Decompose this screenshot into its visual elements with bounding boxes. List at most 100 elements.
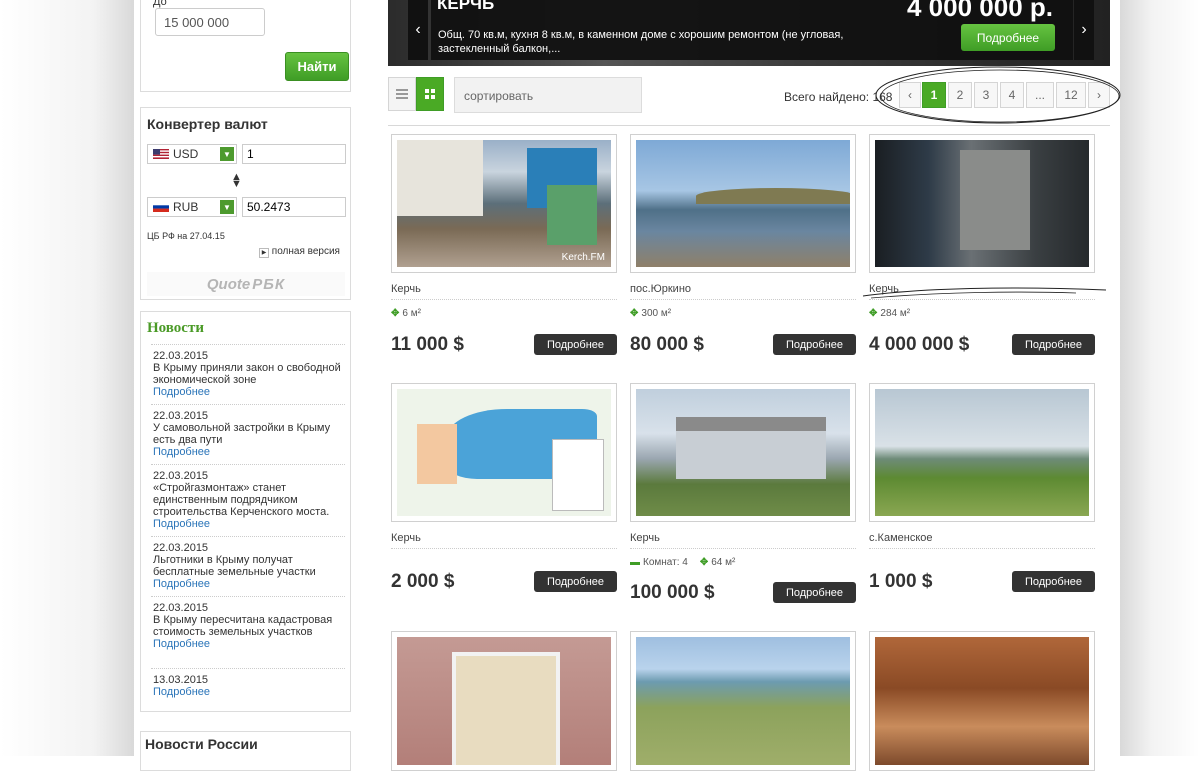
from-currency-label: USD — [173, 147, 199, 161]
area-icon: ✥ — [869, 308, 878, 319]
listing-area: ✥ 300 м² — [630, 308, 672, 319]
price-filter-box: До Найти — [140, 0, 351, 92]
listing-city: Керчь — [391, 532, 617, 549]
rbk-label: РБК — [252, 275, 286, 293]
news-item[interactable]: 22.03.2015 В Крыму приняли закон о свобо… — [153, 350, 347, 398]
page: До Найти Конвертер валют USD ▼ ▲▼ RUB ▼ … — [134, 0, 1121, 771]
price-to-input[interactable] — [155, 8, 265, 36]
listing-more-button[interactable]: Подробнее — [773, 582, 856, 603]
news-more-link[interactable]: Подробнее — [153, 386, 347, 398]
news-item[interactable]: 22.03.2015 У самовольной застройки в Кры… — [153, 410, 347, 458]
list-view-button[interactable] — [388, 77, 416, 111]
page-shadow-right — [1120, 0, 1200, 756]
to-currency-label: RUB — [173, 200, 199, 214]
listing-area: ✥ 284 м² — [869, 308, 911, 319]
page-shadow-left — [0, 0, 134, 756]
divider — [151, 464, 345, 465]
listing-city: Керчь — [391, 283, 617, 300]
listing-price: 2 000 $ — [391, 571, 455, 592]
listing-image[interactable]: Kerch.FM — [391, 134, 617, 273]
divider — [151, 536, 345, 537]
listing-image[interactable] — [391, 383, 617, 522]
news-more-link[interactable]: Подробнее — [153, 638, 347, 650]
news-more-link[interactable]: Подробнее — [153, 578, 347, 590]
area-icon: ✥ — [630, 308, 639, 319]
listing-price: 80 000 $ — [630, 334, 704, 355]
listing-image[interactable] — [630, 383, 856, 522]
price-to-label: До — [153, 0, 167, 8]
listing-more-button[interactable]: Подробнее — [773, 334, 856, 355]
to-amount-input[interactable] — [242, 197, 346, 217]
listing-price: 100 000 $ — [630, 582, 715, 603]
toolbar-divider — [388, 125, 1110, 126]
slide-caption: КЕРЧЬ 4 000 000 р. Общ. 70 кв.м, кухня 8… — [431, 0, 1073, 60]
listing-image[interactable] — [630, 631, 856, 771]
rbk-logo[interactable]: Quote РБК — [147, 272, 345, 296]
news-more-link[interactable]: Подробнее — [153, 518, 347, 530]
sofa-icon: ▬ — [630, 557, 640, 568]
listing-more-button[interactable]: Подробнее — [534, 571, 617, 592]
listing-more-button[interactable]: Подробнее — [534, 334, 617, 355]
listing-area: ✥ 6 м² — [391, 308, 421, 319]
area-icon: ✥ — [391, 308, 400, 319]
converter-title: Конвертер валют — [147, 116, 268, 132]
listing-rooms: ▬ Комнат: 4 ✥ 64 м² — [630, 557, 736, 568]
listing-image[interactable] — [630, 134, 856, 273]
chevron-left-icon: ‹ — [415, 21, 421, 38]
sort-select[interactable]: сортировать — [454, 77, 642, 113]
ru-flag-icon — [153, 202, 169, 212]
chevron-right-icon: › — [1081, 21, 1087, 38]
divider — [151, 344, 345, 345]
divider — [151, 404, 345, 405]
listing-city: с.Каменское — [869, 532, 1095, 549]
listing-more-button[interactable]: Подробнее — [1012, 571, 1095, 592]
list-icon — [396, 89, 408, 99]
full-version-link[interactable]: ▶ полная версия — [259, 246, 340, 258]
news-item[interactable]: 22.03.2015 «Стройгазмонтаж» станет единс… — [153, 470, 347, 530]
full-version-label: полная версия — [271, 246, 340, 257]
listing-more-button[interactable]: Подробнее — [1012, 334, 1095, 355]
listing-image[interactable] — [869, 631, 1095, 771]
play-icon: ▶ — [259, 248, 269, 258]
swap-icon[interactable]: ▲ ▼ — [231, 172, 242, 190]
listing-image[interactable] — [869, 383, 1095, 522]
listing-price: 4 000 000 $ — [869, 334, 970, 355]
listing-image[interactable] — [869, 134, 1095, 273]
listing-city: Керчь — [630, 532, 856, 549]
slide-description: Общ. 70 кв.м, кухня 8 кв.м, в каменном д… — [438, 29, 844, 55]
underline-annotation — [862, 287, 1107, 299]
slider-prev-button[interactable]: ‹ — [408, 0, 428, 60]
slide-price: 4 000 000 р. — [907, 0, 1053, 22]
news-more-link[interactable]: Подробнее — [153, 686, 347, 698]
grid-view-button[interactable] — [416, 77, 444, 111]
to-currency-select[interactable]: RUB ▼ — [147, 197, 237, 217]
slide-more-button[interactable]: Подробнее — [961, 24, 1055, 51]
area-icon: ✥ — [699, 557, 709, 568]
divider — [151, 668, 345, 669]
from-currency-select[interactable]: USD ▼ — [147, 144, 237, 164]
find-button[interactable]: Найти — [285, 52, 349, 81]
featured-slider: ‹ КЕРЧЬ 4 000 000 р. Общ. 70 кв.м, кухня… — [388, 0, 1110, 66]
slider-next-button[interactable]: › — [1074, 0, 1094, 60]
news-title: Новости — [147, 320, 204, 336]
us-flag-icon — [153, 149, 169, 159]
from-amount-input[interactable] — [242, 144, 346, 164]
currency-converter: Конвертер валют USD ▼ ▲▼ RUB ▼ ЦБ РФ на … — [140, 107, 351, 300]
chevron-down-icon[interactable]: ▼ — [220, 147, 234, 161]
rate-source: ЦБ РФ на 27.04.15 — [147, 231, 225, 241]
divider — [151, 596, 345, 597]
news-item[interactable]: 22.03.2015 Льготники в Крыму получат бес… — [153, 542, 347, 590]
listing-price: 11 000 $ — [391, 334, 464, 355]
chevron-down-icon[interactable]: ▼ — [220, 200, 234, 214]
news-more-link[interactable]: Подробнее — [153, 446, 347, 458]
listing-image[interactable] — [391, 631, 617, 771]
news-item[interactable]: 13.03.2015 Подробнее — [153, 674, 347, 698]
russia-news-box: Новости России — [140, 731, 351, 771]
news-item[interactable]: 22.03.2015 В Крыму пересчитана кадастров… — [153, 602, 347, 650]
grid-icon — [425, 89, 435, 99]
news-box: Новости 22.03.2015 В Крыму приняли закон… — [140, 311, 351, 712]
russia-news-title: Новости России — [145, 736, 258, 752]
pagination-highlight-annotation — [875, 66, 1121, 124]
watermark: Kerch.FM — [561, 252, 605, 263]
listing-price: 1 000 $ — [869, 571, 933, 592]
